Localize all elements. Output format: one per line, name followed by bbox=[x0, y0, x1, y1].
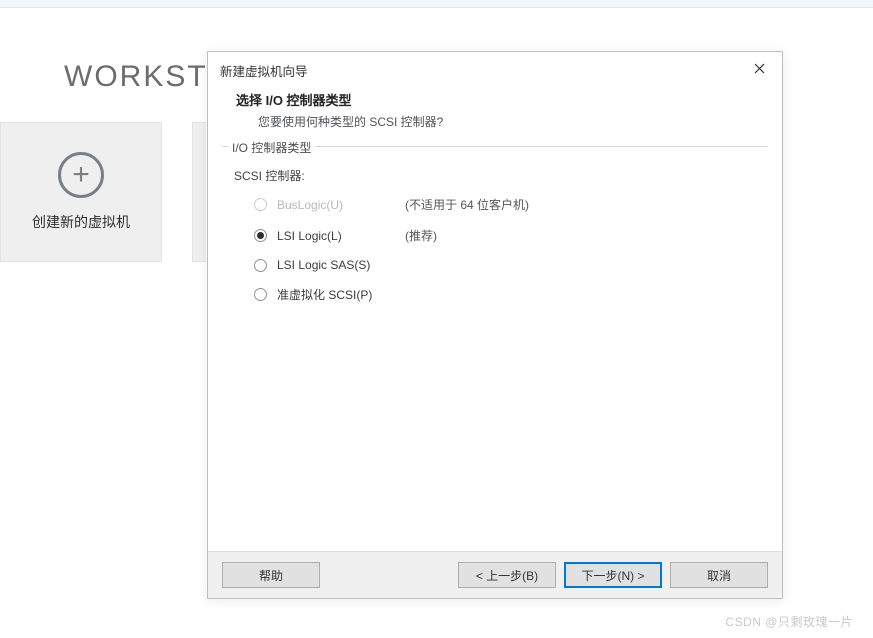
radio-group: BusLogic(U) (不适用于 64 位客户机) LSI Logic(L) … bbox=[232, 196, 758, 303]
close-icon bbox=[754, 61, 765, 79]
cancel-button-label: 取消 bbox=[707, 567, 731, 584]
workstation-brand: WORKST bbox=[64, 60, 208, 94]
create-vm-tile-label: 创建新的虚拟机 bbox=[32, 212, 130, 232]
dialog-heading-area: 选择 I/O 控制器类型 您要使用何种类型的 SCSI 控制器? bbox=[208, 88, 782, 142]
option-paravirtual-scsi[interactable]: 准虚拟化 SCSI(P) bbox=[254, 286, 758, 303]
radio-icon bbox=[254, 229, 267, 242]
radio-icon bbox=[254, 288, 267, 301]
option-lsi-logic[interactable]: LSI Logic(L) (推荐) bbox=[254, 227, 758, 244]
help-button[interactable]: 帮助 bbox=[222, 562, 320, 588]
group-label: I/O 控制器类型 bbox=[228, 139, 315, 156]
option-label: 准虚拟化 SCSI(P) bbox=[277, 286, 395, 303]
create-vm-tile[interactable]: + 创建新的虚拟机 bbox=[0, 122, 162, 262]
field-label: SCSI 控制器: bbox=[234, 167, 758, 184]
next-button[interactable]: 下一步(N) > bbox=[564, 562, 662, 588]
dialog-heading: 选择 I/O 控制器类型 bbox=[236, 90, 754, 109]
new-vm-wizard-dialog: 新建虚拟机向导 选择 I/O 控制器类型 您要使用何种类型的 SCSI 控制器?… bbox=[207, 51, 783, 599]
option-label: LSI Logic SAS(S) bbox=[277, 258, 395, 272]
option-lsi-logic-sas[interactable]: LSI Logic SAS(S) bbox=[254, 258, 758, 272]
tile-edge bbox=[192, 122, 206, 262]
close-button[interactable] bbox=[742, 57, 776, 83]
option-label: BusLogic(U) bbox=[277, 198, 395, 212]
dialog-subheading: 您要使用何种类型的 SCSI 控制器? bbox=[236, 113, 754, 130]
option-label: LSI Logic(L) bbox=[277, 229, 395, 243]
cancel-button[interactable]: 取消 bbox=[670, 562, 768, 588]
watermark: CSDN @只剩玫瑰一片 bbox=[725, 613, 853, 630]
app-topbar bbox=[0, 0, 873, 8]
back-button-label: < 上一步(B) bbox=[476, 567, 538, 584]
back-button[interactable]: < 上一步(B) bbox=[458, 562, 556, 588]
dialog-title: 新建虚拟机向导 bbox=[220, 61, 742, 80]
help-button-label: 帮助 bbox=[259, 567, 283, 584]
option-buslogic: BusLogic(U) (不适用于 64 位客户机) bbox=[254, 196, 758, 213]
dialog-titlebar: 新建虚拟机向导 bbox=[208, 52, 782, 88]
radio-icon bbox=[254, 259, 267, 272]
plus-icon: + bbox=[58, 152, 104, 198]
next-button-label: 下一步(N) > bbox=[581, 567, 644, 584]
option-hint: (推荐) bbox=[405, 227, 437, 244]
radio-icon bbox=[254, 198, 267, 211]
option-hint: (不适用于 64 位客户机) bbox=[405, 196, 529, 213]
dialog-body: I/O 控制器类型 SCSI 控制器: BusLogic(U) (不适用于 64… bbox=[222, 146, 768, 551]
dialog-button-bar: 帮助 < 上一步(B) 下一步(N) > 取消 bbox=[208, 551, 782, 598]
